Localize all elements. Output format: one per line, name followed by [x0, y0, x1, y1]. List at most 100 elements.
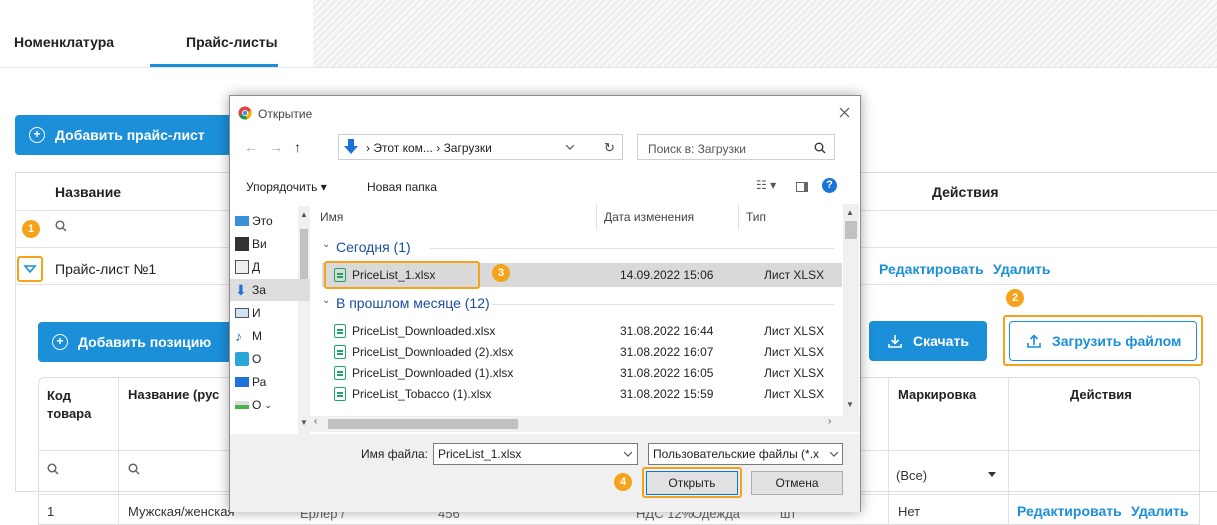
edit-position-link[interactable]: Редактировать	[1017, 503, 1122, 519]
plus-circle-icon: +	[29, 127, 45, 143]
excel-file-icon	[334, 387, 346, 401]
collapse-group-icon[interactable]: ⌄	[322, 239, 330, 250]
group-today-label[interactable]: Сегодня (1)	[336, 239, 411, 255]
forward-arrow-icon[interactable]: →	[269, 139, 283, 155]
tab-pricelists[interactable]: Прайс-листы	[186, 34, 278, 50]
cube-icon	[235, 352, 249, 366]
new-folder-button[interactable]: Новая папка	[367, 180, 437, 194]
organize-menu[interactable]: Упорядочить ▾	[246, 180, 327, 194]
col-code-header: Код товара	[47, 388, 92, 421]
upload-icon	[1027, 334, 1041, 348]
col-name-header[interactable]: Имя	[320, 210, 343, 224]
nav-item-desktop[interactable]: Ра	[230, 371, 310, 393]
upload-file-button[interactable]: Загрузить файлом	[1009, 321, 1197, 361]
path-segment[interactable]: Этот ком...	[373, 141, 433, 155]
scroll-right-icon[interactable]: ›	[828, 416, 831, 427]
file-date: 14.09.2022 15:06	[620, 268, 714, 282]
refresh-icon[interactable]: ↻	[604, 140, 615, 156]
download-label: Скачать	[913, 333, 969, 349]
col-marking-header: Маркировка	[898, 387, 977, 402]
step-badge-1: 1	[22, 220, 40, 238]
caret-down-icon	[23, 265, 37, 274]
file-row-selected[interactable]: PriceList_1.xlsx 14.09.2022 15:06 Лист X…	[334, 264, 854, 286]
marking-filter[interactable]: (Все)	[896, 468, 927, 483]
nav-item-videos[interactable]: Ви	[230, 233, 310, 255]
add-pricelist-button[interactable]: + Добавить прайс-лист	[15, 115, 233, 155]
scroll-up-icon[interactable]: ▲	[846, 208, 854, 217]
view-options-icon[interactable]: ☷ ▾	[756, 178, 776, 192]
chevron-down-icon[interactable]	[624, 452, 632, 457]
file-type: Лист XLSX	[764, 345, 825, 359]
nav-item-images[interactable]: И	[230, 302, 310, 324]
pricelist-name: Прайс-лист №1	[55, 261, 157, 277]
filetype-value: Пользовательские файлы (*.x	[653, 447, 820, 461]
nav-item-3d-objects[interactable]: О	[230, 348, 310, 370]
music-icon: ♪	[235, 328, 242, 344]
search-icon	[55, 220, 67, 232]
edit-pricelist-link[interactable]: Редактировать	[879, 261, 984, 277]
path-segment[interactable]: Загрузки	[444, 141, 492, 155]
scroll-down-icon[interactable]: ▼	[300, 418, 308, 427]
col-divider	[118, 378, 119, 525]
group-last-month-label[interactable]: В прошлом месяце (12)	[336, 295, 490, 311]
video-folder-icon	[235, 237, 249, 251]
filetype-select[interactable]: Пользовательские файлы (*.x	[648, 443, 843, 465]
file-date: 31.08.2022 16:44	[620, 324, 714, 338]
back-arrow-icon[interactable]: ←	[244, 139, 258, 155]
dialog-title: Открытие	[258, 107, 313, 121]
search-icon	[47, 463, 59, 475]
file-row[interactable]: PriceList_Downloaded (2).xlsx 31.08.2022…	[334, 341, 854, 363]
col-divider	[888, 378, 889, 525]
help-icon[interactable]: ?	[822, 178, 837, 193]
nav-item-local-disk[interactable]: О ⌄	[230, 394, 310, 416]
file-row[interactable]: PriceList_Tobacco (1).xlsx 31.08.2022 15…	[334, 383, 854, 405]
col-date-header[interactable]: Дата изменения	[604, 210, 694, 224]
organize-label: Упорядочить	[246, 180, 318, 194]
col-actions-header: Действия	[932, 184, 999, 200]
hscroll-thumb[interactable]	[328, 419, 518, 429]
col-name-header: Название	[55, 184, 122, 200]
scroll-left-icon[interactable]: ‹	[314, 416, 317, 427]
download-button[interactable]: Скачать	[869, 321, 987, 361]
nav-item-documents[interactable]: Д	[230, 256, 310, 278]
nav-label: О	[252, 352, 262, 366]
file-name: PriceList_Downloaded (2).xlsx	[352, 345, 514, 359]
nav-item-music[interactable]: ♪ М	[230, 325, 310, 347]
delete-position-link[interactable]: Удалить	[1131, 503, 1188, 519]
filename-value: PriceList_1.xlsx	[438, 447, 522, 461]
collapse-group-icon[interactable]: ⌄	[322, 295, 330, 306]
nav-item-this-pc[interactable]: Это	[230, 210, 310, 232]
chevron-down-icon[interactable]	[566, 145, 574, 150]
col-actions-header: Действия	[1070, 387, 1132, 402]
col-type-header[interactable]: Тип	[746, 210, 766, 224]
search-icon[interactable]	[814, 142, 826, 154]
file-type: Лист XLSX	[764, 387, 825, 401]
tab-nomenclature[interactable]: Номенклатура	[14, 34, 114, 50]
col-divider	[1008, 378, 1009, 525]
preview-pane-icon[interactable]	[796, 182, 808, 192]
close-icon[interactable]	[839, 107, 850, 118]
documents-icon	[235, 260, 249, 274]
cancel-button[interactable]: Отмена	[751, 471, 843, 495]
open-button[interactable]: Открыть	[646, 471, 738, 495]
delete-pricelist-link[interactable]: Удалить	[993, 261, 1050, 277]
images-icon	[235, 308, 249, 318]
expand-row-button[interactable]	[17, 256, 43, 282]
search-icon	[128, 463, 140, 475]
downloads-folder-icon	[344, 139, 358, 154]
add-position-button[interactable]: + Добавить позицию	[38, 322, 233, 362]
group-line	[430, 248, 834, 249]
file-row[interactable]: PriceList_Downloaded (1).xlsx 31.08.2022…	[334, 362, 854, 384]
filename-input[interactable]: PriceList_1.xlsx	[433, 443, 638, 465]
col-name-header: Название (рус	[128, 387, 220, 402]
files-scroll-thumb[interactable]	[845, 221, 857, 239]
chevron-down-icon[interactable]	[830, 452, 838, 457]
open-file-dialog: Открытие ← → ↑ › Этот ком... › Загрузки …	[229, 95, 861, 512]
nav-item-downloads[interactable]: ⬇ За	[230, 279, 310, 301]
file-type: Лист XLSX	[764, 324, 825, 338]
dropdown-arrow-icon[interactable]	[988, 472, 996, 478]
computer-icon	[235, 216, 249, 226]
nav-label: О	[252, 398, 262, 412]
file-row[interactable]: PriceList_Downloaded.xlsx 31.08.2022 16:…	[334, 320, 854, 342]
up-arrow-icon[interactable]: ↑	[294, 139, 301, 155]
